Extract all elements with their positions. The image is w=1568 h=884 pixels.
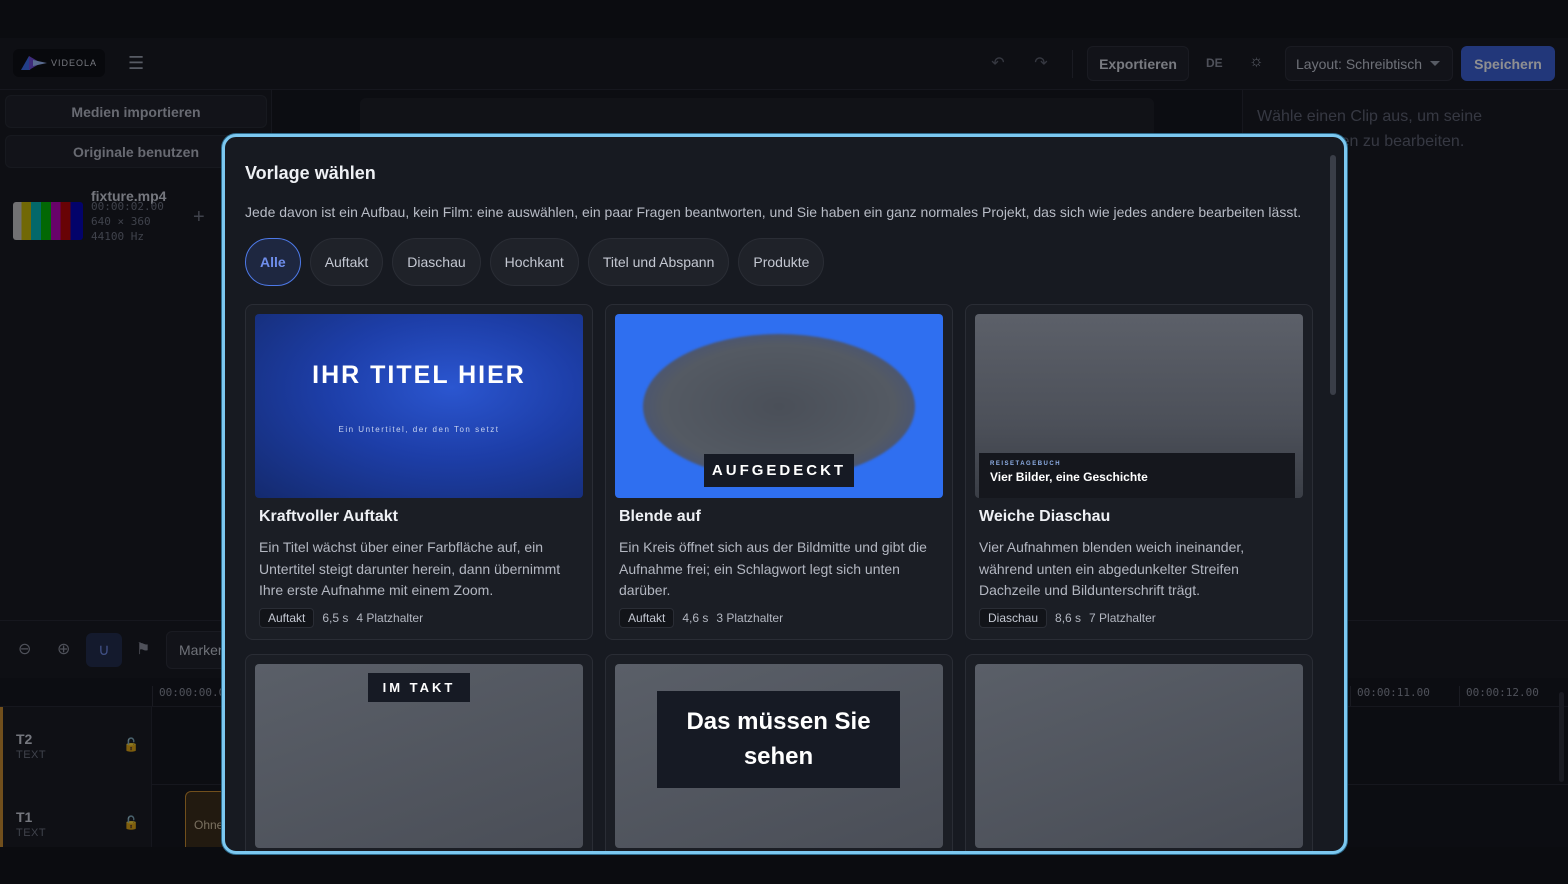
preview-text-box: Das müssen Sie sehen: [657, 691, 900, 788]
preview-kicker: REISETAGEBUCH: [990, 461, 1062, 467]
preview-subtitle: Ein Untertitel, der den Ton setzt: [338, 425, 500, 434]
dialog-description: Jede davon ist ein Aufbau, kein Film: ei…: [245, 204, 1302, 220]
template-meta: Diaschau 8,6 s 7 Platzhalter: [979, 608, 1156, 628]
template-preview: IHR TITEL HIER Ein Untertitel, der den T…: [255, 314, 583, 498]
template-tag: Auftakt: [619, 608, 675, 628]
template-card-blende-auf[interactable]: AUFGEDECKT Blende auf Ein Kreis öffnet s…: [605, 304, 953, 640]
template-placeholders: 3 Platzhalter: [716, 611, 784, 625]
dialog-title: Vorlage wählen: [245, 163, 376, 183]
template-card[interactable]: [965, 654, 1313, 851]
template-description: Ein Kreis öffnet sich aus der Bildmitte …: [619, 539, 927, 598]
filter-chip-hochkant[interactable]: Hochkant: [489, 238, 579, 286]
template-duration: 4,6 s: [682, 611, 709, 625]
template-tag: Diaschau: [979, 608, 1048, 628]
filter-chips: Alle Auftakt Diaschau Hochkant Titel und…: [245, 238, 825, 286]
template-preview: IM TAKT: [255, 664, 583, 848]
filter-chip-diaschau[interactable]: Diaschau: [392, 238, 481, 286]
template-description: Ein Titel wächst über einer Farbfläche a…: [259, 539, 561, 598]
template-placeholders: 4 Platzhalter: [356, 611, 424, 625]
dialog-scrollbar[interactable]: [1330, 155, 1336, 395]
template-duration: 8,6 s: [1055, 611, 1082, 625]
template-duration: 6,5 s: [322, 611, 349, 625]
template-meta: Auftakt 6,5 s 4 Platzhalter: [259, 608, 423, 628]
filter-chip-auftakt[interactable]: Auftakt: [309, 238, 384, 286]
preview-caption: Vier Bilder, eine Geschichte: [990, 470, 1148, 484]
template-card-weiche-diaschau[interactable]: REISETAGEBUCH Vier Bilder, eine Geschich…: [965, 304, 1313, 640]
preview-badge: AUFGEDECKT: [704, 454, 854, 487]
template-dialog: Vorlage wählen Jede davon ist ein Aufbau…: [222, 134, 1347, 854]
template-card-kraftvoller-auftakt[interactable]: IHR TITEL HIER Ein Untertitel, der den T…: [245, 304, 593, 640]
template-title: Kraftvoller Auftakt: [259, 508, 398, 525]
preview-title: IHR TITEL HIER: [312, 361, 526, 389]
template-placeholders: 7 Platzhalter: [1089, 611, 1156, 625]
template-card-im-takt[interactable]: IM TAKT: [245, 654, 593, 851]
app-window: VIDEOLA ☰ ↶ ↷ Exportieren DE ☼ Layout: S…: [0, 0, 1568, 884]
template-preview: REISETAGEBUCH Vier Bilder, eine Geschich…: [975, 314, 1303, 498]
template-tag: Auftakt: [259, 608, 315, 628]
template-title: Blende auf: [619, 508, 701, 525]
filter-chip-titel-und-abspann[interactable]: Titel und Abspann: [587, 238, 730, 286]
template-description: Vier Aufnahmen blenden weich ineinander,…: [979, 539, 1245, 598]
preview-badge: IM TAKT: [368, 673, 470, 702]
template-preview: Das müssen Sie sehen: [615, 664, 943, 848]
filter-chip-produkte[interactable]: Produkte: [738, 238, 825, 286]
template-meta: Auftakt 4,6 s 3 Platzhalter: [619, 608, 783, 628]
template-preview: AUFGEDECKT: [615, 314, 943, 498]
template-title: Weiche Diaschau: [979, 508, 1111, 525]
template-preview: [975, 664, 1303, 848]
template-card-das-muessen-sie-sehen[interactable]: Das müssen Sie sehen: [605, 654, 953, 851]
filter-chip-alle[interactable]: Alle: [245, 238, 301, 286]
top-bar-gap: [0, 0, 1568, 38]
